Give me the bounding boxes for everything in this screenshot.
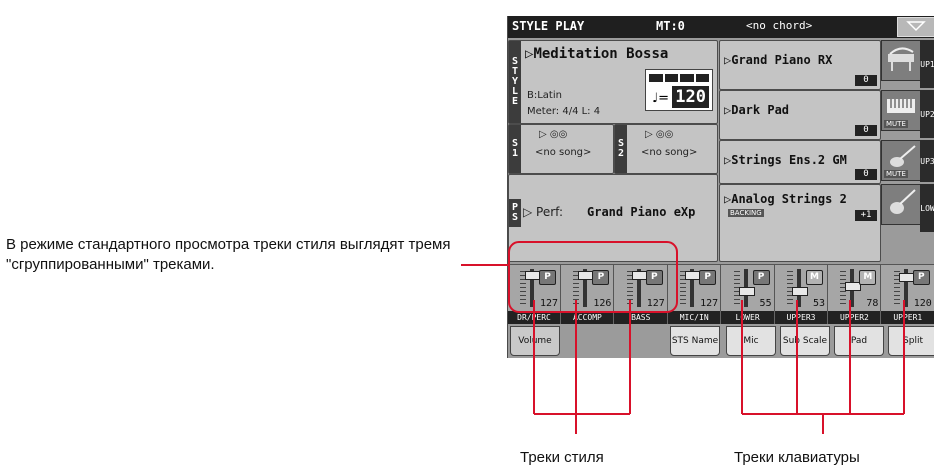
keyboard-tracks-bracket: [741, 300, 905, 434]
annotation-lines: [461, 241, 905, 434]
style-tracks-bracket: [533, 300, 631, 434]
